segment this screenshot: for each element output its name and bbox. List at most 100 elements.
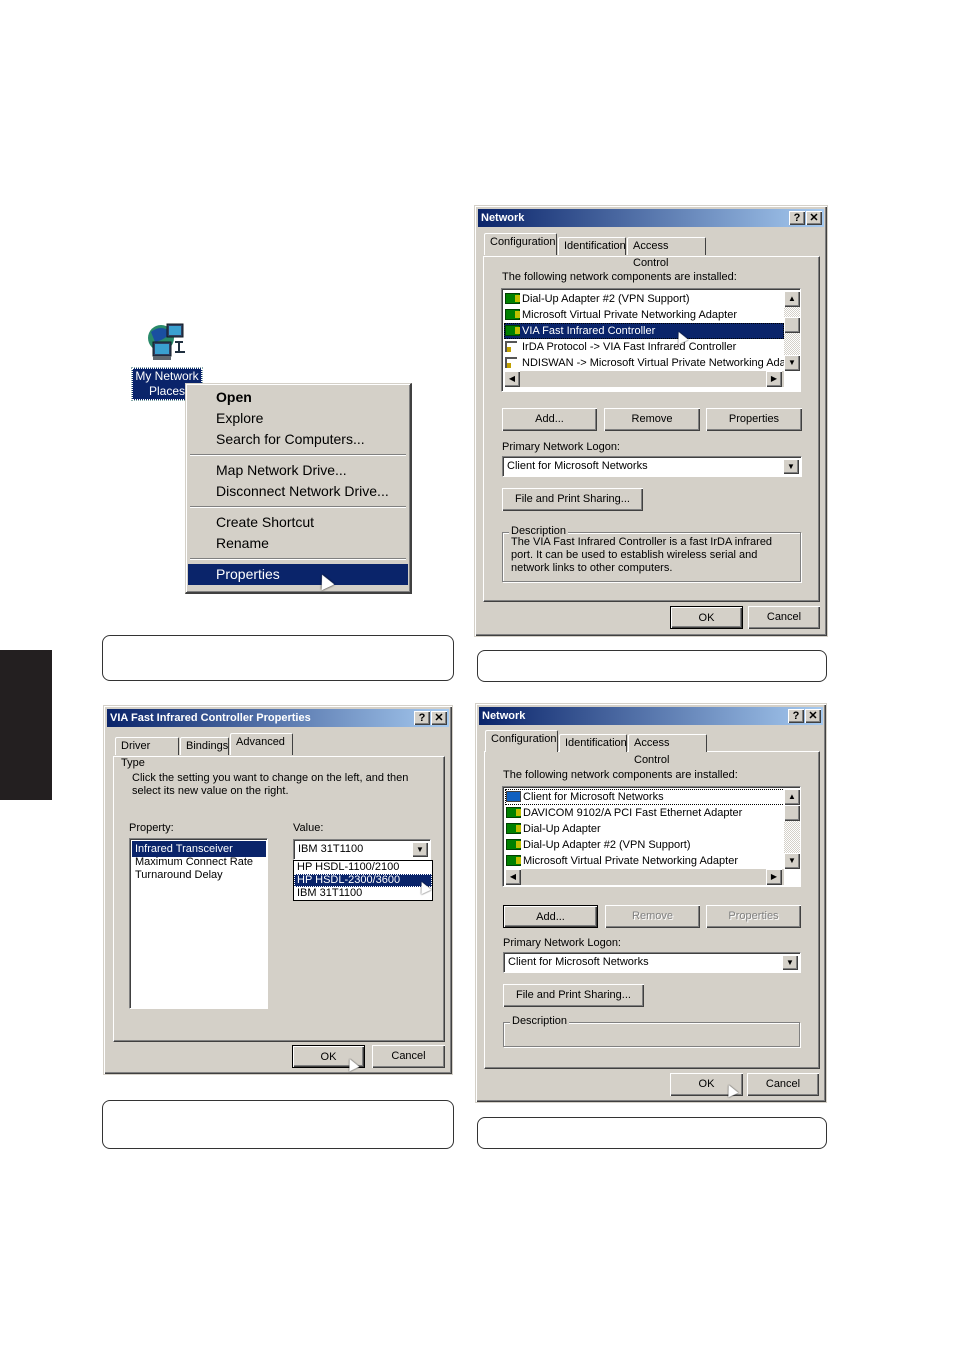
components-label: The following network components are ins… [503,769,738,781]
scroll-right-icon[interactable]: ▶ [766,869,782,885]
list-item-selected[interactable]: VIA Fast Infrared Controller [504,323,784,339]
tab-identification[interactable]: Identification [558,237,626,255]
tab-advanced[interactable]: Advanced [230,733,293,755]
chevron-down-icon[interactable]: ▼ [782,955,798,970]
description-text: The VIA Fast Infrared Controller is a fa… [511,536,773,574]
scroll-up-icon[interactable]: ▲ [784,789,800,805]
menu-item-rename[interactable]: Rename [188,533,408,554]
scroll-down-icon[interactable]: ▼ [784,355,800,371]
network-places-icon [145,320,189,364]
add-button[interactable]: Add... [502,408,597,431]
description-title: Description [510,1015,570,1027]
components-label: The following network components are ins… [502,271,737,283]
dropdown-option-highlighted[interactable]: HP HSDL-2300/3600 [294,874,432,887]
menu-separator [190,506,406,508]
scroll-left-icon[interactable]: ◀ [504,371,520,387]
file-print-sharing-button[interactable]: File and Print Sharing... [502,488,643,511]
protocol-icon [505,341,517,352]
caption-box-step4 [477,1117,827,1149]
section-tab-marker [0,650,52,800]
scroll-down-icon[interactable]: ▼ [784,853,800,869]
dropdown-option[interactable]: HP HSDL-1100/2100 [294,861,432,874]
list-item[interactable]: Microsoft Virtual Private Networking Ada… [504,307,784,323]
cancel-button[interactable]: Cancel [748,606,820,629]
list-item[interactable]: Dial-Up Adapter #2 (VPN Support) [504,291,784,307]
remove-button: Remove [605,905,700,928]
file-print-sharing-button[interactable]: File and Print Sharing... [503,984,644,1007]
network-adapter-icon [505,293,520,304]
caption-box-step1 [102,635,454,681]
components-list[interactable]: Client for Microsoft Networks DAVICOM 91… [502,786,801,887]
primary-logon-select[interactable]: Client for Microsoft Networks ▼ [502,456,802,477]
caption-box-step2 [477,650,827,682]
chevron-down-icon[interactable]: ▼ [783,459,799,474]
list-item[interactable]: IrDA Protocol -> VIA Fast Infrared Contr… [504,339,784,355]
menu-separator [190,454,406,456]
description-group: Description [503,1015,800,1047]
tab-configuration[interactable]: Configuration [484,233,557,255]
list-item[interactable]: NDISWAN -> Microsoft Virtual Private Net… [504,355,784,371]
cancel-button[interactable]: Cancel [747,1073,819,1096]
dropdown-option[interactable]: IBM 31T1100 [294,887,432,900]
network-adapter-icon [506,823,521,834]
description-group: Description The VIA Fast Infrared Contro… [502,525,801,582]
properties-button[interactable]: Properties [706,408,802,431]
list-item-focused[interactable]: Client for Microsoft Networks [505,789,785,805]
ok-button[interactable]: OK [670,606,743,629]
menu-item-create-shortcut[interactable]: Create Shortcut [188,512,408,533]
primary-logon-select[interactable]: Client for Microsoft Networks ▼ [503,952,801,973]
title-bar: Network ? ✕ [479,707,823,725]
network-dialog: Network ? ✕ Configuration Identification… [474,205,828,637]
tab-identification[interactable]: Identification [559,734,627,752]
property-item[interactable]: Turnaround Delay [132,867,223,883]
horizontal-scrollbar[interactable] [505,869,784,885]
primary-logon-value: Client for Microsoft Networks [507,460,648,472]
add-button[interactable]: Add... [503,905,598,928]
list-item[interactable]: Microsoft Virtual Private Networking Ada… [505,853,785,869]
help-icon[interactable]: ? [788,709,804,723]
property-list[interactable]: Infrared Transceiver Maximum Connect Rat… [129,838,268,1009]
list-item[interactable]: Dial-Up Adapter #2 (VPN Support) [505,837,785,853]
title-bar: VIA Fast Infrared Controller Properties … [107,709,449,727]
value-current: IBM 31T1100 [298,843,364,855]
horizontal-scrollbar[interactable] [504,371,784,387]
menu-item-search-for-computers[interactable]: Search for Computers... [188,429,408,450]
scroll-up-icon[interactable]: ▲ [784,291,800,307]
network-adapter-icon [505,325,520,336]
caption-box-step3 [102,1100,454,1149]
primary-logon-label: Primary Network Logon: [502,441,620,453]
tab-driver-type[interactable]: Driver Type [115,737,179,769]
menu-item-open[interactable]: Open [188,387,408,408]
close-icon[interactable]: ✕ [431,711,447,725]
dialog-title: Network [482,710,526,722]
menu-item-properties[interactable]: Properties [188,564,408,585]
help-icon[interactable]: ? [789,211,805,225]
tab-access-control[interactable]: Access Control [628,734,707,766]
help-icon[interactable]: ? [414,711,430,725]
scroll-right-icon[interactable]: ▶ [766,371,782,387]
menu-item-disconnect-network-drive[interactable]: Disconnect Network Drive... [188,481,408,502]
property-label: Property: [129,822,174,834]
scroll-left-icon[interactable]: ◀ [505,869,521,885]
close-icon[interactable]: ✕ [805,709,821,723]
cancel-button[interactable]: Cancel [372,1045,445,1068]
value-select[interactable]: IBM 31T1100 ▼ [293,839,431,860]
tab-configuration[interactable]: Configuration [485,730,558,752]
scroll-thumb[interactable] [784,317,800,333]
components-list[interactable]: Dial-Up Adapter #2 (VPN Support) Microso… [501,288,801,392]
tab-access-control[interactable]: Access Control [627,237,706,269]
client-icon [506,791,521,802]
chevron-down-icon[interactable]: ▼ [412,842,428,857]
tab-bindings[interactable]: Bindings [180,737,229,755]
menu-item-map-network-drive[interactable]: Map Network Drive... [188,460,408,481]
list-item[interactable]: Dial-Up Adapter [505,821,785,837]
scroll-thumb[interactable] [784,805,800,821]
close-icon[interactable]: ✕ [806,211,822,225]
list-item[interactable]: DAVICOM 9102/A PCI Fast Ethernet Adapter [505,805,785,821]
protocol-icon [505,357,517,368]
value-dropdown-list: HP HSDL-1100/2100 HP HSDL-2300/3600 IBM … [293,860,433,901]
remove-button[interactable]: Remove [604,408,700,431]
infrared-properties-dialog: VIA Fast Infrared Controller Properties … [103,705,453,1075]
menu-separator [190,558,406,560]
menu-item-explore[interactable]: Explore [188,408,408,429]
